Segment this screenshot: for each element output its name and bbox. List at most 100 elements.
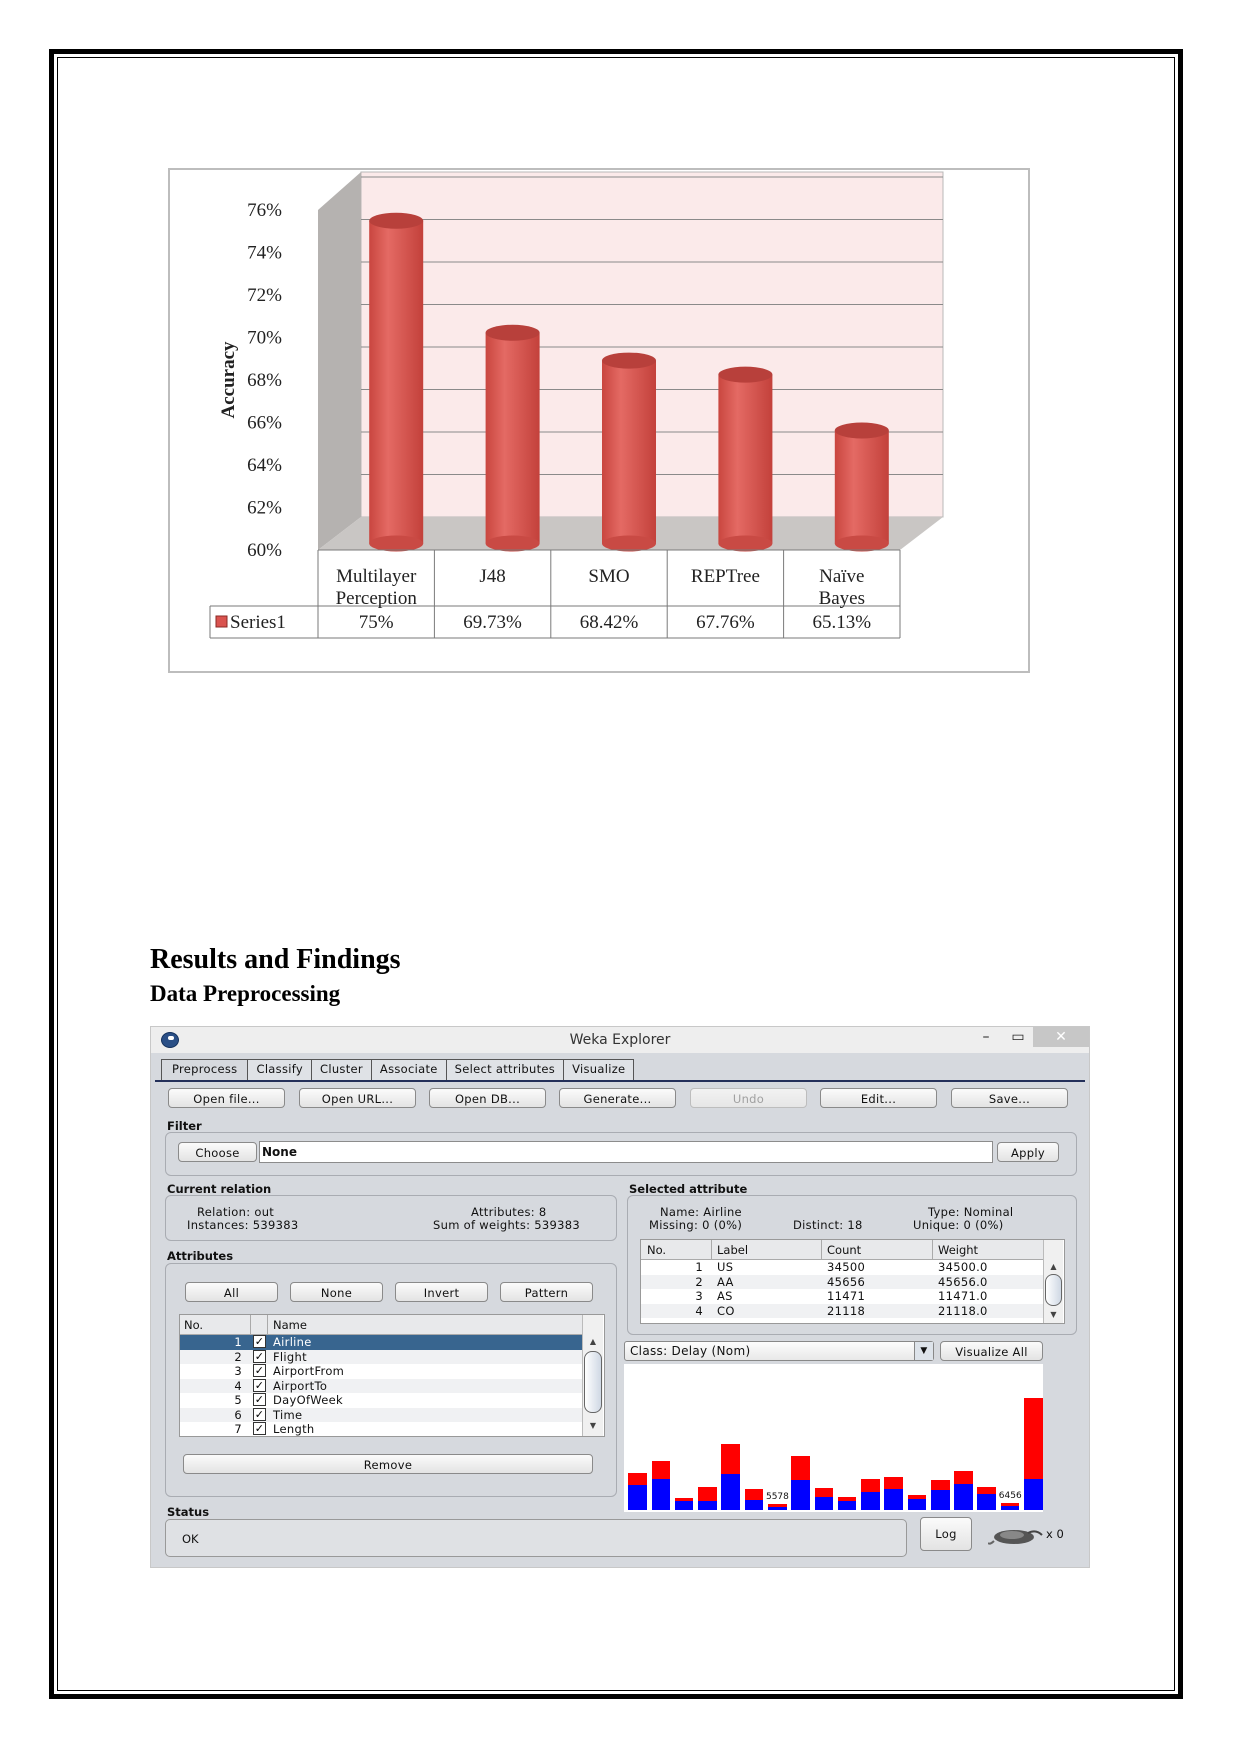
subsection-heading: Data Preprocessing xyxy=(150,981,341,1006)
attribute-row[interactable]: 7 ✓ Length xyxy=(180,1422,582,1436)
x-category-label: Multilayer xyxy=(336,566,417,587)
tab-classify[interactable]: Classify xyxy=(247,1059,312,1080)
edit-button[interactable]: Edit... xyxy=(820,1088,937,1108)
class-attribute-dropdown[interactable]: Class: Delay (Nom) ▼ xyxy=(624,1341,934,1361)
data-value-label: 68.42% xyxy=(580,612,639,633)
value-row[interactable]: 3 AS 11471 11471.0 xyxy=(641,1289,1043,1304)
value-row[interactable]: 2 AA 45656 45656.0 xyxy=(641,1274,1043,1289)
tab-preprocess[interactable]: Preprocess xyxy=(161,1059,249,1080)
tab-visualize[interactable]: Visualize xyxy=(563,1059,635,1080)
histogram-bar-blue xyxy=(791,1480,810,1510)
value-row[interactable]: 1 US 34500 34500.0 xyxy=(641,1260,1043,1275)
apply-filter-button[interactable]: Apply xyxy=(997,1142,1059,1162)
tab-cluster[interactable]: Cluster xyxy=(311,1059,372,1080)
maximize-button[interactable]: ▭ xyxy=(1001,1027,1035,1047)
sum-of-weights-info: Sum of weights: 539383 xyxy=(433,1218,580,1232)
selected-attribute-label: Selected attribute xyxy=(629,1182,748,1196)
chevron-down-icon[interactable]: ▼ xyxy=(914,1342,933,1360)
attributes-scrollbar[interactable]: ▲ ▼ xyxy=(582,1315,603,1436)
histogram-bar-blue xyxy=(954,1484,973,1510)
task-count: x 0 xyxy=(1046,1527,1064,1541)
histogram-bar-blue xyxy=(1000,1505,1020,1510)
choose-filter-button[interactable]: Choose xyxy=(178,1142,257,1162)
undo-button[interactable]: Undo xyxy=(690,1088,807,1108)
attribute-row[interactable]: 1 ✓ Airline xyxy=(180,1335,582,1350)
values-table-header: No. Label Count Weight xyxy=(641,1240,1043,1260)
attr-type-info: Type: Nominal xyxy=(928,1205,1013,1219)
y-tick-label: 72% xyxy=(247,285,282,306)
checkbox-icon[interactable]: ✓ xyxy=(253,1335,266,1348)
bar-cylinder-bottom xyxy=(602,535,656,552)
scroll-thumb[interactable] xyxy=(1045,1274,1062,1306)
scroll-up-arrow-icon[interactable]: ▲ xyxy=(1044,1262,1063,1271)
attribute-no: 6 xyxy=(234,1407,242,1422)
attribute-name: AirportTo xyxy=(273,1378,328,1393)
attributes-count-label: Attributes: xyxy=(471,1205,535,1219)
close-button[interactable]: ✕ xyxy=(1033,1027,1089,1047)
attribute-row[interactable]: 4 ✓ AirportTo xyxy=(180,1378,582,1393)
visualize-all-button[interactable]: Visualize All xyxy=(940,1341,1043,1361)
scroll-thumb[interactable] xyxy=(584,1351,602,1413)
scroll-down-arrow-icon[interactable]: ▼ xyxy=(583,1421,603,1430)
scroll-down-arrow-icon[interactable]: ▼ xyxy=(1044,1310,1063,1319)
filter-input[interactable]: None xyxy=(259,1141,993,1163)
histogram-bar-blue xyxy=(721,1474,741,1510)
checkbox-icon[interactable]: ✓ xyxy=(253,1422,266,1435)
checkbox-icon[interactable]: ✓ xyxy=(253,1349,266,1363)
attribute-no: 5 xyxy=(234,1393,242,1407)
value-count: 11471 xyxy=(827,1289,866,1303)
pattern-button[interactable]: Pattern xyxy=(500,1282,593,1302)
select-all-button[interactable]: All xyxy=(185,1282,278,1302)
legend-series-label: Series1 xyxy=(230,612,286,633)
attribute-row[interactable]: 2 ✓ Flight xyxy=(180,1349,582,1364)
attribute-no: 3 xyxy=(234,1364,242,1378)
save-button[interactable]: Save... xyxy=(951,1088,1068,1108)
attr-type-value: Nominal xyxy=(963,1205,1014,1219)
generate-button[interactable]: Generate... xyxy=(559,1088,676,1108)
checkbox-icon[interactable]: ✓ xyxy=(253,1364,266,1377)
checkbox-icon[interactable]: ✓ xyxy=(253,1393,266,1406)
current-relation-label: Current relation xyxy=(167,1182,272,1196)
checkbox-icon[interactable]: ✓ xyxy=(253,1407,266,1421)
bar-cylinder-top xyxy=(718,366,773,383)
class-attribute-value: Class: Delay (Nom) xyxy=(630,1344,751,1358)
attribute-name: Length xyxy=(273,1422,315,1436)
select-none-button[interactable]: None xyxy=(290,1282,383,1302)
open-db-button[interactable]: Open DB... xyxy=(429,1088,546,1108)
scroll-up-arrow-icon[interactable]: ▲ xyxy=(583,1337,603,1346)
x-category-label: J48 xyxy=(479,566,505,587)
value-label: US xyxy=(717,1260,734,1274)
attr-unique-info: Unique: 0 (0%) xyxy=(913,1218,1004,1232)
minimize-button[interactable]: – xyxy=(969,1027,1003,1047)
attribute-row[interactable]: 5 ✓ DayOfWeek xyxy=(180,1393,582,1408)
attribute-row[interactable]: 6 ✓ Time xyxy=(180,1407,582,1422)
attribute-row[interactable]: 3 ✓ AirportFrom xyxy=(180,1364,582,1379)
attributes-count-value: 8 xyxy=(538,1205,547,1219)
col-no: No. xyxy=(184,1318,204,1332)
status-label: Status xyxy=(167,1505,210,1519)
value-count: 34500 xyxy=(827,1260,866,1274)
tab-select-attributes[interactable]: Select attributes xyxy=(445,1059,565,1080)
histogram-bar-red xyxy=(698,1487,717,1501)
open-file-button[interactable]: Open file... xyxy=(168,1088,285,1108)
tab-associate[interactable]: Associate xyxy=(370,1059,447,1080)
invert-selection-button[interactable]: Invert xyxy=(395,1282,488,1302)
values-scrollbar[interactable]: ▲ ▼ xyxy=(1043,1240,1063,1323)
checkbox-icon[interactable]: ✓ xyxy=(253,1378,266,1392)
log-button[interactable]: Log xyxy=(920,1517,972,1551)
x-category-label: Perception xyxy=(336,588,418,609)
histogram-bar-red xyxy=(1024,1398,1043,1480)
histogram-bar-red xyxy=(628,1473,647,1486)
histogram-bar-blue xyxy=(861,1491,880,1510)
value-weight: 11471.0 xyxy=(938,1289,988,1303)
remove-button[interactable]: Remove xyxy=(183,1454,593,1474)
value-row[interactable]: 4 CO 21118 21118.0 xyxy=(641,1303,1043,1318)
col-label: Label xyxy=(717,1243,749,1257)
bar-cylinder-bottom xyxy=(834,535,889,552)
y-tick-label: 62% xyxy=(247,498,282,519)
window-title: Weka Explorer xyxy=(569,1032,671,1048)
histogram-bar-blue xyxy=(767,1506,787,1510)
bar-cylinder-body xyxy=(602,360,656,544)
open-url-button[interactable]: Open URL... xyxy=(299,1088,416,1108)
histogram-bar-blue xyxy=(628,1485,647,1510)
